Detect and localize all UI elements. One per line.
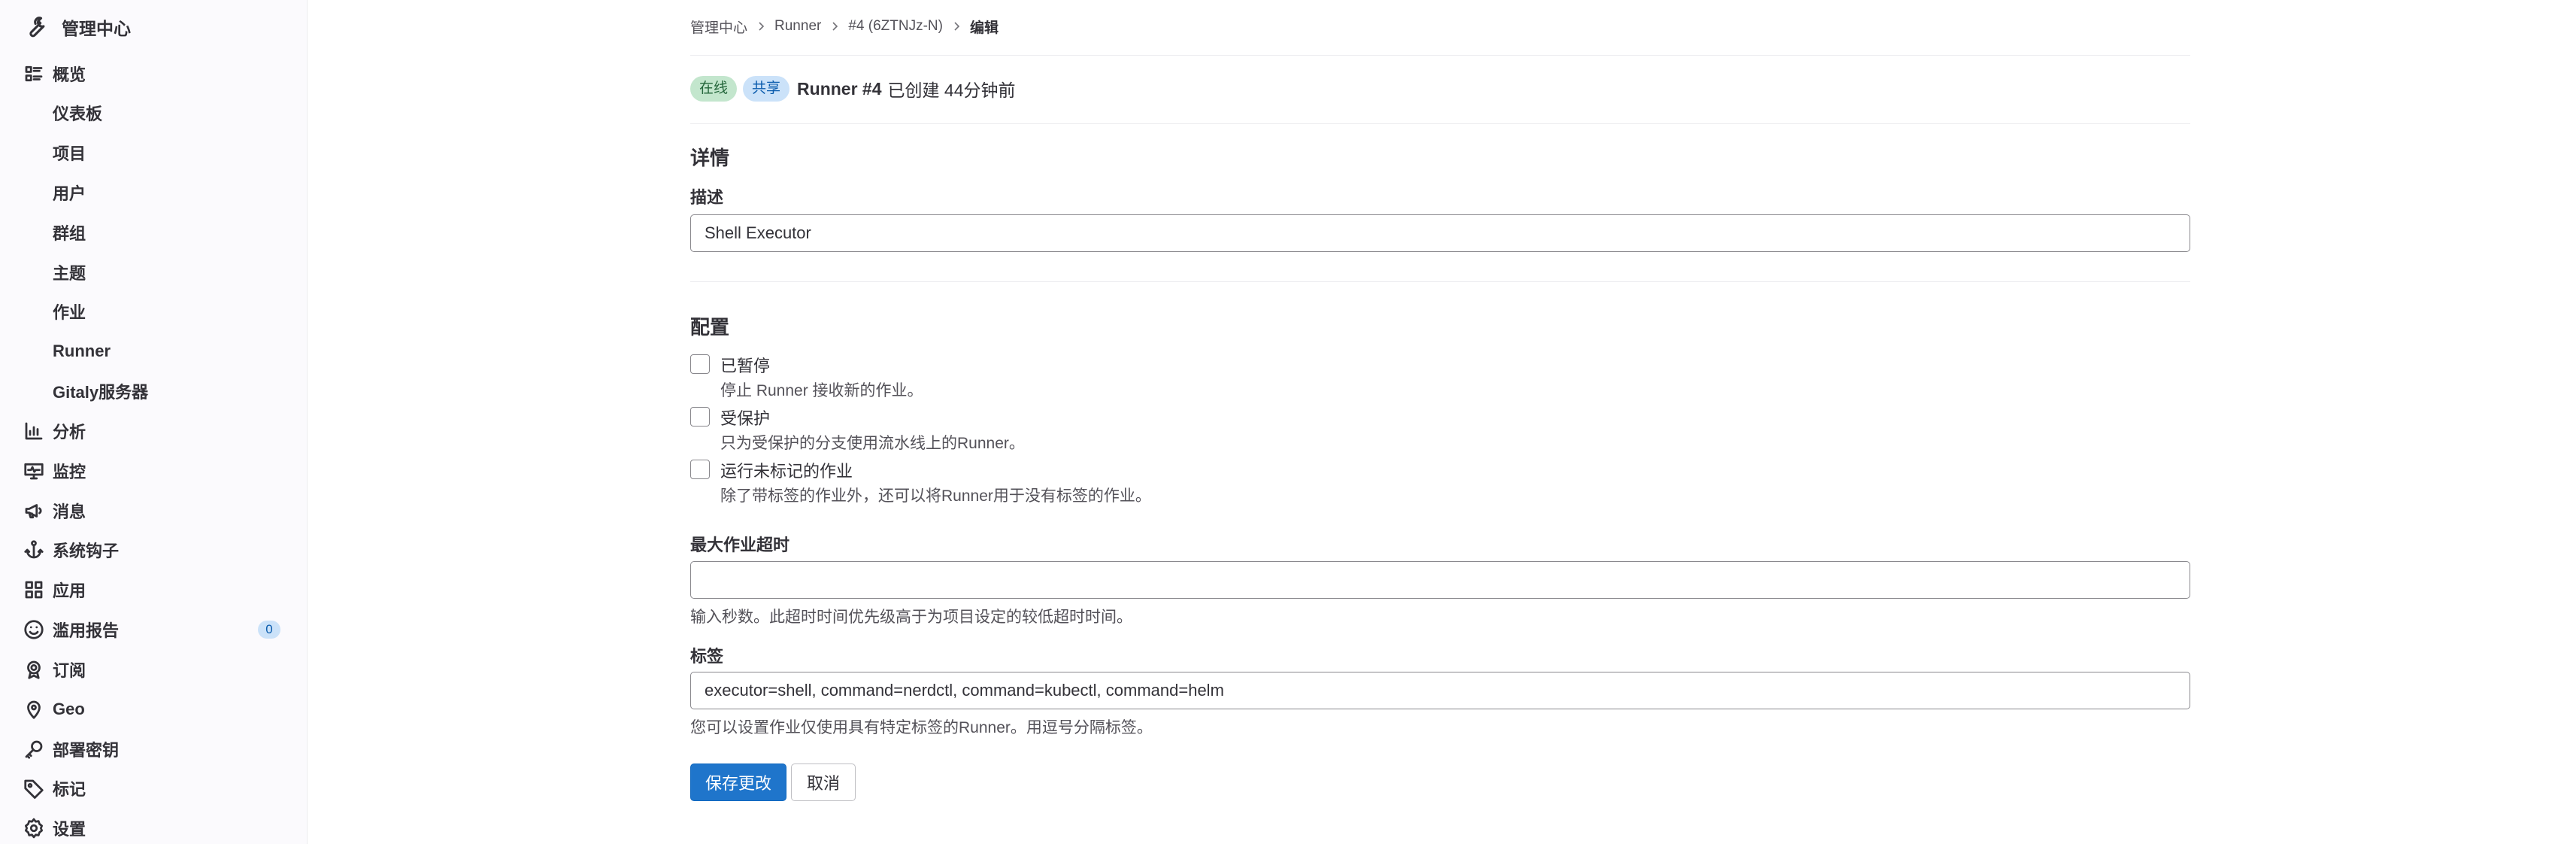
label-icon [23, 777, 45, 800]
divider [690, 123, 2190, 124]
breadcrumb: 管理中心 Runner #4 (6ZTNJz-N) 编辑 [690, 15, 999, 38]
sidebar-item-label: 部署密钥 [53, 741, 120, 760]
sidebar-subitem-jobs[interactable]: 作业 [0, 293, 308, 330]
sidebar-item-settings[interactable]: 设置 [0, 809, 308, 847]
divider [690, 281, 2190, 282]
sidebar-item-label: 应用 [53, 581, 86, 600]
settings-icon [23, 817, 45, 839]
paused-option-help: 停止 Runner 接收新的作业。 [720, 382, 923, 399]
location-icon [23, 698, 45, 721]
paused-checkbox[interactable] [690, 354, 710, 374]
sidebar-subitem-gitaly-servers[interactable]: Gitaly服务器 [0, 372, 308, 410]
sidebar-title: 管理中心 [62, 19, 131, 38]
subscription-icon [23, 658, 45, 681]
sidebar-item-analytics[interactable]: 分析 [0, 412, 308, 450]
max-timeout-label: 最大作业超时 [690, 536, 790, 554]
max-timeout-input[interactable] [690, 561, 2190, 599]
sidebar-item-label: 订阅 [53, 661, 86, 680]
sidebar-item-abuse-reports[interactable]: 滥用报告 0 [0, 611, 308, 648]
sidebar-item-applications[interactable]: 应用 [0, 571, 308, 609]
abuse-count-badge: 0 [258, 621, 280, 639]
sidebar-item-system-hooks[interactable]: 系统钩子 [0, 531, 308, 569]
details-heading: 详情 [690, 147, 730, 169]
overview-list-icon [23, 62, 45, 85]
description-input[interactable] [690, 214, 2190, 252]
breadcrumb-runner-link[interactable]: Runner [774, 18, 821, 35]
sidebar-item-overview[interactable]: 概览 [0, 55, 308, 93]
sidebar-item-label: 监控 [53, 463, 86, 481]
run-untagged-option-help: 除了带标签的作业外，还可以将Runner用于没有标签的作业。 [720, 487, 1151, 505]
sidebar-subitem-topics[interactable]: 主题 [0, 253, 308, 291]
sidebar-item-messages[interactable]: 消息 [0, 492, 308, 530]
type-badge-shared: 共享 [743, 76, 790, 102]
sidebar-item-label: 用户 [53, 184, 86, 203]
cancel-button[interactable]: 取消 [791, 764, 856, 801]
save-changes-button[interactable]: 保存更改 [690, 764, 786, 801]
divider [690, 55, 2190, 56]
protected-checkbox[interactable] [690, 407, 710, 427]
sidebar-subitem-dashboard[interactable]: 仪表板 [0, 94, 308, 132]
bullhorn-icon [23, 499, 45, 522]
sidebar-item-label: 系统钩子 [53, 542, 120, 560]
breadcrumb-admin-link[interactable]: 管理中心 [690, 17, 747, 37]
chevron-right-icon [755, 20, 767, 32]
sidebar-item-label: 作业 [53, 303, 86, 322]
tags-label: 标签 [690, 647, 724, 666]
sidebar-item-label: Runner [53, 342, 111, 360]
sidebar-item-label: Gitaly服务器 [53, 383, 149, 402]
breadcrumb-runner-id-link[interactable]: #4 (6ZTNJz-N) [848, 18, 943, 35]
paused-option-label: 已暂停 [720, 357, 771, 375]
max-timeout-help: 输入秒数。此超时时间优先级高于为项目设定的较低超时时间。 [690, 609, 1132, 626]
smiley-icon [23, 618, 45, 641]
sidebar-item-label: Geo [53, 700, 85, 718]
status-badge-online: 在线 [690, 76, 738, 102]
sidebar-item-labels[interactable]: 标记 [0, 770, 308, 807]
run-untagged-checkbox[interactable] [690, 460, 710, 479]
sidebar-item-subscription[interactable]: 订阅 [0, 651, 308, 688]
sidebar-subitem-users[interactable]: 用户 [0, 174, 308, 211]
sidebar-item-label: 概览 [53, 65, 86, 84]
sidebar-item-label: 群组 [53, 224, 86, 243]
tags-input[interactable] [690, 672, 2190, 709]
tags-help: 您可以设置作业仅使用具有特定标签的Runner。用逗号分隔标签。 [690, 719, 1153, 736]
sidebar-subitem-groups[interactable]: 群组 [0, 214, 308, 251]
sidebar-subitem-projects[interactable]: 项目 [0, 134, 308, 172]
sidebar-item-label: 消息 [53, 502, 86, 521]
protected-option-help: 只为受保护的分支使用流水线上的Runner。 [720, 435, 1025, 452]
key-icon [23, 738, 45, 760]
chevron-right-icon [829, 20, 841, 32]
breadcrumb-current: 编辑 [969, 20, 999, 36]
anchor-icon [23, 539, 45, 561]
sidebar-item-label: 项目 [53, 144, 86, 163]
runner-name: Runner #4 [797, 78, 882, 99]
runner-header: 在线 共享 Runner #4 已创建 44分钟前 [690, 74, 1016, 104]
sidebar-item-label: 滥用报告 [53, 621, 120, 640]
chevron-right-icon [950, 20, 962, 32]
monitor-icon [23, 460, 45, 482]
run-untagged-option-label: 运行未标记的作业 [720, 462, 853, 481]
sidebar-subitem-runners[interactable]: Runner [0, 332, 308, 370]
description-label: 描述 [690, 188, 724, 207]
sidebar-item-label: 主题 [53, 264, 86, 283]
runner-created-time: 已创建 44分钟前 [887, 80, 1016, 100]
sidebar-header[interactable]: 管理中心 [23, 11, 131, 44]
sidebar-item-label: 分析 [53, 423, 86, 442]
sidebar-item-monitoring[interactable]: 监控 [0, 452, 308, 490]
protected-option-label: 受保护 [720, 409, 771, 428]
chart-icon [23, 420, 45, 442]
applications-icon [23, 578, 45, 601]
sidebar-item-label: 设置 [53, 820, 86, 839]
config-heading: 配置 [690, 316, 730, 338]
sidebar-item-label: 标记 [53, 780, 86, 799]
admin-wrench-icon [23, 14, 48, 40]
sidebar-item-deploy-keys[interactable]: 部署密钥 [0, 730, 308, 768]
sidebar-item-geo[interactable]: Geo [0, 691, 308, 728]
sidebar-item-label: 仪表板 [53, 105, 103, 123]
sidebar: 管理中心 概览 仪表板 项目 用户 群组 主题 作业 Runner Gitaly… [0, 0, 308, 844]
